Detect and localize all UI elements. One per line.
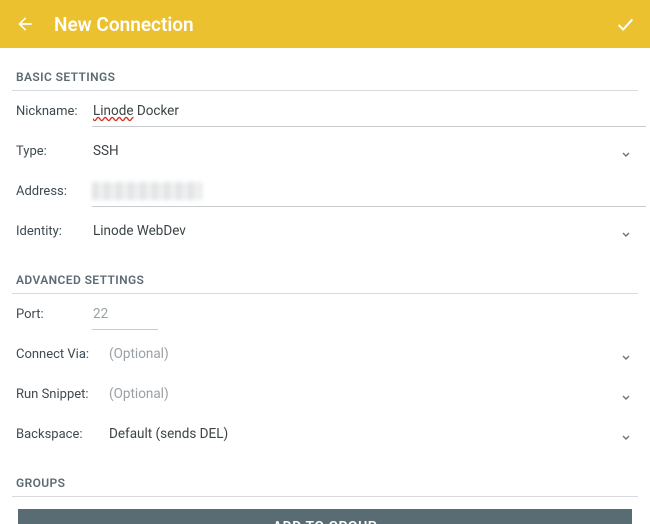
connect-via-placeholder: (Optional) xyxy=(108,342,614,366)
nickname-label: Nickname: xyxy=(16,104,92,119)
section-title-groups: GROUPS xyxy=(12,454,638,497)
section-title-advanced: ADVANCED SETTINGS xyxy=(12,251,638,294)
identity-label: Identity: xyxy=(16,224,92,239)
identity-row: Identity: Linode WebDev xyxy=(12,211,638,251)
identity-value: Linode WebDev xyxy=(92,219,614,243)
chevron-down-icon xyxy=(620,388,632,400)
port-placeholder: 22 xyxy=(92,302,634,326)
run-snippet-select[interactable]: (Optional) xyxy=(108,380,634,408)
chevron-down-icon xyxy=(620,225,632,237)
page-title: New Connection xyxy=(54,13,614,36)
port-row: Port: 22 xyxy=(12,294,638,334)
address-input[interactable] xyxy=(92,177,634,205)
backspace-row: Backspace: Default (sends DEL) xyxy=(12,414,638,454)
backspace-select[interactable]: Default (sends DEL) xyxy=(108,420,634,448)
backspace-label: Backspace: xyxy=(16,427,108,442)
chevron-down-icon xyxy=(620,348,632,360)
identity-select[interactable]: Linode WebDev xyxy=(92,217,634,245)
run-snippet-placeholder: (Optional) xyxy=(108,382,614,406)
run-snippet-label: Run Snippet: xyxy=(16,387,108,402)
port-label: Port: xyxy=(16,307,92,322)
chevron-down-icon xyxy=(620,145,632,157)
app-bar: New Connection xyxy=(0,0,650,48)
section-title-basic: BASIC SETTINGS xyxy=(12,48,638,91)
address-label: Address: xyxy=(16,184,92,199)
chevron-down-icon xyxy=(620,428,632,440)
type-select[interactable]: SSH xyxy=(92,137,634,165)
address-row: Address: xyxy=(12,171,638,211)
type-value: SSH xyxy=(92,139,614,163)
check-icon xyxy=(614,13,636,35)
connect-via-label: Connect Via: xyxy=(16,347,108,362)
connect-via-select[interactable]: (Optional) xyxy=(108,340,634,368)
back-button[interactable] xyxy=(14,13,36,35)
arrow-left-icon xyxy=(15,14,35,34)
nickname-value-prefix: Linode xyxy=(93,103,133,119)
type-row: Type: SSH xyxy=(12,131,638,171)
type-label: Type: xyxy=(16,144,92,159)
nickname-input[interactable]: Linode Docker xyxy=(92,97,634,125)
confirm-button[interactable] xyxy=(614,13,636,35)
run-snippet-row: Run Snippet: (Optional) xyxy=(12,374,638,414)
add-to-group-button[interactable]: ADD TO GROUP xyxy=(18,509,632,524)
address-redacted xyxy=(92,182,202,200)
nickname-value-rest: Docker xyxy=(133,103,178,119)
backspace-value: Default (sends DEL) xyxy=(108,422,614,446)
port-input[interactable]: 22 xyxy=(92,300,634,328)
nickname-row: Nickname: Linode Docker xyxy=(12,91,638,131)
connect-via-row: Connect Via: (Optional) xyxy=(12,334,638,374)
